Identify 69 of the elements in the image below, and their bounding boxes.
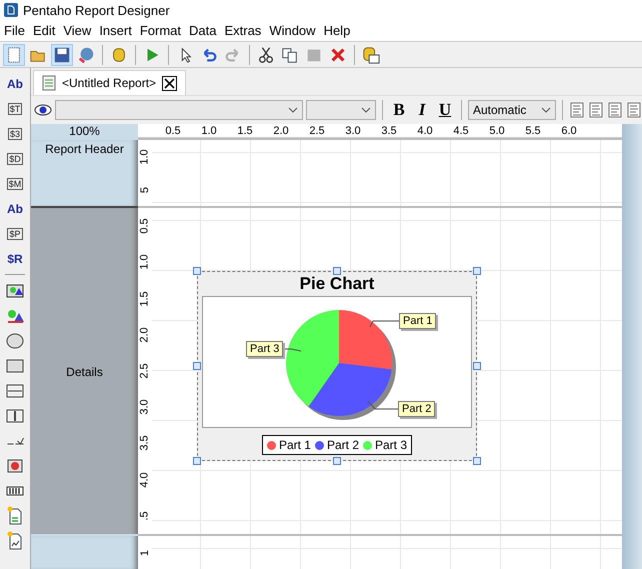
horizontal-ruler: 0.5 1.0 1.5 2.0 2.5 3.0 3.5 4.0 4.5 5.0 5.5 6.0 [138, 124, 622, 138]
align-left-icon[interactable] [569, 102, 585, 118]
eye-icon[interactable] [34, 104, 52, 116]
vertical-ruler: 1 [138, 534, 152, 569]
palette-button[interactable]: Ab [3, 198, 27, 219]
palette-button[interactable]: $D [3, 148, 27, 169]
selection-handle[interactable] [193, 362, 201, 370]
align-center-icon[interactable] [588, 102, 604, 118]
selection-handle[interactable] [473, 267, 481, 275]
legend-label: Part 1 [278, 438, 311, 452]
legend-label: Part 3 [375, 438, 408, 452]
toolbar-button[interactable] [3, 44, 25, 66]
chevron-down-icon [541, 107, 551, 113]
app-logo-icon [4, 3, 18, 17]
slice-label: Part 1 [399, 313, 436, 329]
menu-item[interactable]: Insert [95, 23, 136, 38]
color-select[interactable]: Automatic [468, 100, 556, 120]
selection-handle[interactable] [333, 457, 341, 465]
zoom-label: 100% [31, 124, 138, 138]
palette-button[interactable]: $P [3, 223, 27, 244]
italic-button[interactable]: I [412, 100, 432, 120]
palette-button[interactable]: $3 [3, 123, 27, 144]
document-icon [42, 75, 56, 91]
palette-button[interactable]: $T [3, 98, 27, 119]
close-icon[interactable] [162, 76, 178, 90]
window-title: Pentaho Report Designer [23, 2, 170, 18]
selection-handle[interactable] [333, 267, 341, 275]
new-icon [5, 46, 23, 64]
palette-button[interactable]: $M [3, 173, 27, 194]
underline-button[interactable]: U [435, 100, 455, 120]
leader-line [370, 320, 400, 328]
menu-item[interactable]: Edit [28, 23, 60, 38]
copy-icon [281, 46, 299, 64]
selection-handle[interactable] [473, 362, 481, 370]
selection-handle[interactable] [193, 457, 201, 465]
vertical-ruler: 1.0 5 [138, 138, 152, 206]
selection-handle[interactable] [193, 267, 201, 275]
tab-label: <Untitled Report> [62, 76, 156, 90]
toolbar-button[interactable] [51, 44, 73, 66]
menu-item[interactable]: File [0, 23, 29, 38]
palette-button[interactable]: $R [3, 248, 27, 269]
delete-icon [329, 46, 347, 64]
menu-item[interactable]: View [59, 23, 96, 38]
band-title: Details [66, 365, 103, 379]
selection-handle[interactable] [473, 457, 481, 465]
menu-item[interactable]: Format [136, 23, 185, 38]
slice-label: Part 3 [246, 341, 284, 357]
document-tab[interactable]: <Untitled Report> [33, 70, 186, 95]
chart-title: Pie Chart [300, 274, 374, 295]
band-label[interactable]: Details [31, 206, 138, 534]
cut-icon [257, 46, 275, 64]
leader-line [368, 400, 398, 410]
bold-button[interactable]: B [389, 100, 409, 120]
menu-item[interactable]: Extras [220, 23, 266, 38]
save-icon [53, 46, 71, 64]
band-title: Report Header [45, 142, 124, 156]
ellipse-icon [5, 330, 25, 350]
legend-label: Part 2 [326, 438, 359, 452]
palette-button[interactable]: Ab [3, 73, 27, 94]
menu-item[interactable]: Data [185, 23, 220, 38]
align-justify-icon[interactable] [626, 102, 642, 118]
menu-item[interactable]: Window [265, 23, 320, 38]
chevron-down-icon [361, 107, 371, 113]
vertical-ruler: 0.5 1.0 1.5 2.0 2.5 3.0 3.5 4.0 .5 [138, 206, 152, 534]
slice-label: Part 2 [398, 401, 436, 417]
menu-item[interactable]: Help [320, 23, 354, 38]
chevron-down-icon [288, 107, 298, 113]
band-label[interactable]: Report Header [31, 138, 138, 206]
align-right-icon[interactable] [607, 102, 623, 118]
